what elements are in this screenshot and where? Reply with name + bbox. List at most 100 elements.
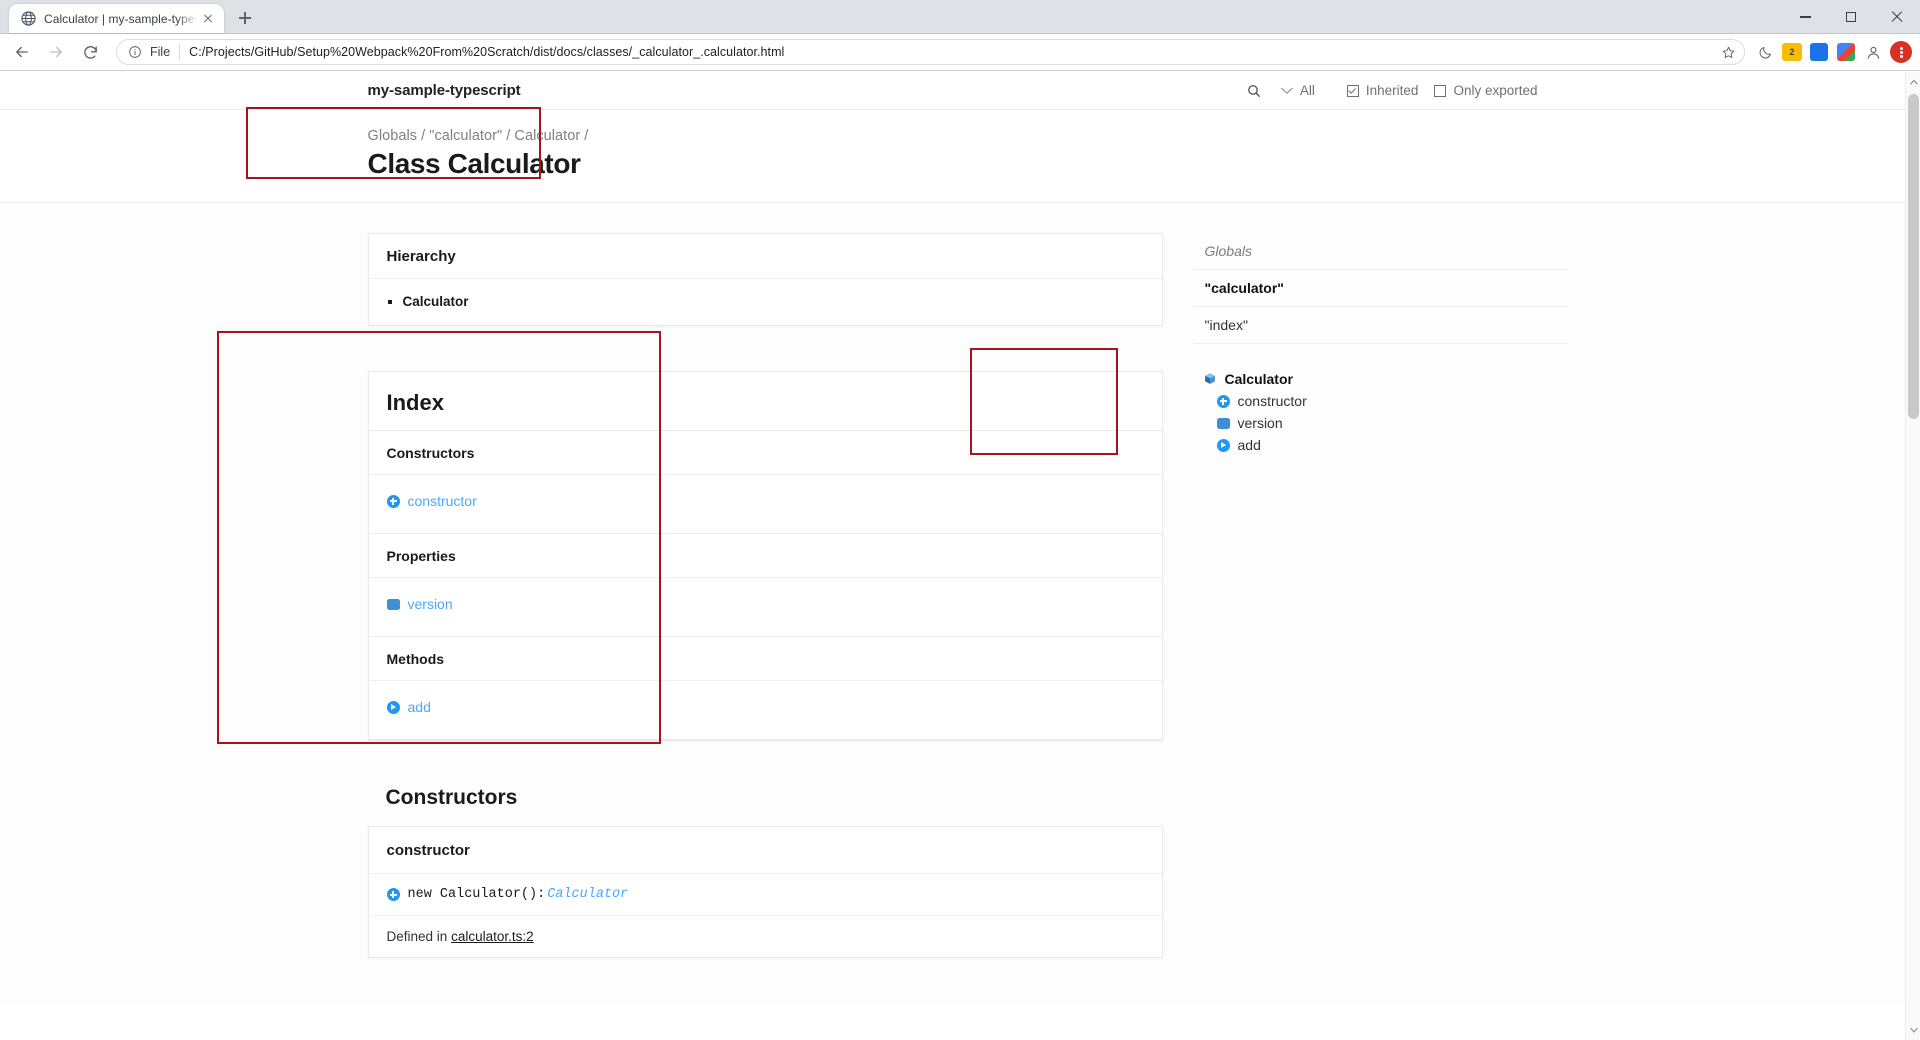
address-bar[interactable]: File C:/Projects/GitHub/Setup%20Webpack%…: [116, 39, 1745, 65]
arrow-right-icon: [47, 43, 65, 61]
tree-item-label: constructor: [1238, 393, 1307, 409]
close-icon[interactable]: [200, 11, 216, 27]
property-icon: [1217, 418, 1230, 429]
sidebar-tree: Calculator constructor version: [1193, 362, 1568, 464]
doc-toolbar: All Inherited Only exported: [1241, 78, 1538, 104]
index-item-add[interactable]: add: [387, 697, 1144, 717]
extension-blue-icon[interactable]: [1806, 39, 1832, 65]
index-item-constructor[interactable]: constructor: [387, 491, 1144, 511]
constructor-icon: [387, 888, 400, 901]
signature-text: new Calculator():: [408, 887, 546, 902]
index-section-properties: Properties version: [369, 533, 1162, 636]
hierarchy-panel: Hierarchy Calculator: [368, 233, 1163, 326]
new-tab-button[interactable]: [231, 4, 259, 32]
tree-item-add[interactable]: add: [1203, 434, 1568, 456]
back-button[interactable]: [8, 38, 36, 66]
scroll-up-icon[interactable]: [1906, 74, 1920, 90]
star-icon[interactable]: [1718, 42, 1738, 62]
method-icon: [1217, 439, 1230, 452]
list-item: Calculator: [403, 292, 1144, 311]
window-controls: [1782, 0, 1920, 34]
tree-item-label: version: [1238, 415, 1283, 431]
minimize-icon: [1800, 16, 1811, 17]
forward-button[interactable]: [42, 38, 70, 66]
chrome-menu-icon[interactable]: [1890, 41, 1912, 63]
defined-in-row: Defined in calculator.ts:2: [369, 916, 1162, 957]
constructor-member-panel: constructor new Calculator(): Calculator…: [368, 826, 1163, 958]
index-section-title: Constructors: [369, 431, 1162, 475]
index-sections: Constructors constructor: [369, 430, 1162, 740]
omnibox-divider: [179, 44, 180, 60]
chevron-down-icon: [1281, 83, 1293, 98]
doc-body: Hierarchy Calculator Index: [0, 203, 1905, 1003]
minimize-button[interactable]: [1782, 0, 1828, 34]
profile-avatar-icon[interactable]: [1860, 39, 1886, 65]
breadcrumb[interactable]: Globals / "calculator" / Calculator /: [368, 128, 1538, 144]
sidebar-item-index[interactable]: "index": [1193, 306, 1568, 343]
tree-item-constructor[interactable]: constructor: [1203, 390, 1568, 412]
member-name: constructor: [369, 827, 1162, 874]
hierarchy-list: Calculator: [387, 292, 1144, 311]
index-item-label[interactable]: version: [408, 596, 453, 612]
checkbox-unchecked-icon: [1434, 85, 1446, 97]
index-heading: Index: [369, 372, 1162, 430]
reload-icon: [82, 44, 99, 61]
member-signature[interactable]: new Calculator(): Calculator: [369, 874, 1162, 916]
sidebar-item-calculator[interactable]: "calculator": [1193, 269, 1568, 306]
browser-window: Calculator | my-sample-typescript File: [0, 0, 1920, 1040]
filter-inherited-label: Inherited: [1366, 83, 1419, 98]
property-icon: [387, 599, 400, 610]
index-item-version[interactable]: version: [387, 594, 1144, 614]
typedoc-page: my-sample-typescript All: [0, 72, 1905, 1003]
constructor-icon: [1217, 395, 1230, 408]
page-scrollbar[interactable]: [1905, 72, 1920, 1040]
tree-item-label: add: [1238, 437, 1261, 453]
search-icon[interactable]: [1241, 78, 1267, 104]
filter-only-exported[interactable]: Only exported: [1434, 83, 1537, 98]
signature-return-type[interactable]: Calculator: [547, 887, 628, 902]
menu-dropdown[interactable]: All: [1281, 83, 1315, 98]
sidebar-item-globals[interactable]: Globals: [1193, 233, 1568, 269]
index-panel: Index Constructors constructor: [368, 371, 1163, 741]
class-icon: [1203, 372, 1217, 386]
index-section-methods: Methods add: [369, 636, 1162, 739]
menu-label: All: [1300, 83, 1315, 98]
close-window-button[interactable]: [1874, 0, 1920, 34]
sidebar-nav: Globals "calculator" "index": [1193, 233, 1568, 344]
filter-only-exported-label: Only exported: [1453, 83, 1537, 98]
info-circle-icon[interactable]: [127, 44, 143, 60]
main-column: Hierarchy Calculator Index: [368, 233, 1163, 958]
globe-icon: [20, 11, 36, 27]
tree-item-version[interactable]: version: [1203, 412, 1568, 434]
method-icon: [387, 701, 400, 714]
checkbox-checked-icon: [1347, 85, 1359, 97]
index-section-title: Properties: [369, 534, 1162, 578]
tree-item-label: Calculator: [1225, 371, 1293, 387]
maximize-button[interactable]: [1828, 0, 1874, 34]
page-title: Class Calculator: [368, 148, 1538, 180]
defined-in-link[interactable]: calculator.ts:2: [451, 929, 534, 944]
extensions-area: 2: [1751, 39, 1912, 65]
arrow-left-icon: [13, 43, 31, 61]
index-item-label[interactable]: add: [408, 699, 431, 715]
page-viewport: my-sample-typescript All: [0, 72, 1920, 1040]
extension-rainbow-icon[interactable]: [1833, 39, 1859, 65]
sidebar-column: Globals "calculator" "index": [1193, 233, 1568, 464]
project-title: my-sample-typescript: [368, 82, 521, 99]
extension-moon-icon[interactable]: [1752, 39, 1778, 65]
close-icon: [1891, 11, 1903, 23]
scroll-down-icon[interactable]: [1906, 1022, 1920, 1038]
index-item-label[interactable]: constructor: [408, 493, 477, 509]
browser-titlebar: Calculator | my-sample-typescript: [0, 0, 1920, 34]
reload-button[interactable]: [76, 38, 104, 66]
extension-badge-icon[interactable]: 2: [1779, 39, 1805, 65]
tree-item-class-calculator[interactable]: Calculator: [1203, 368, 1568, 390]
index-section-constructors: Constructors constructor: [369, 431, 1162, 533]
browser-tab[interactable]: Calculator | my-sample-typescript: [9, 4, 224, 33]
index-section-title: Methods: [369, 637, 1162, 681]
tab-strip: Calculator | my-sample-typescript: [0, 0, 259, 33]
scrollbar-thumb[interactable]: [1908, 94, 1919, 419]
browser-toolbar: File C:/Projects/GitHub/Setup%20Webpack%…: [0, 34, 1920, 71]
filter-inherited[interactable]: Inherited: [1347, 83, 1419, 98]
tab-title: Calculator | my-sample-typescript: [44, 12, 198, 26]
